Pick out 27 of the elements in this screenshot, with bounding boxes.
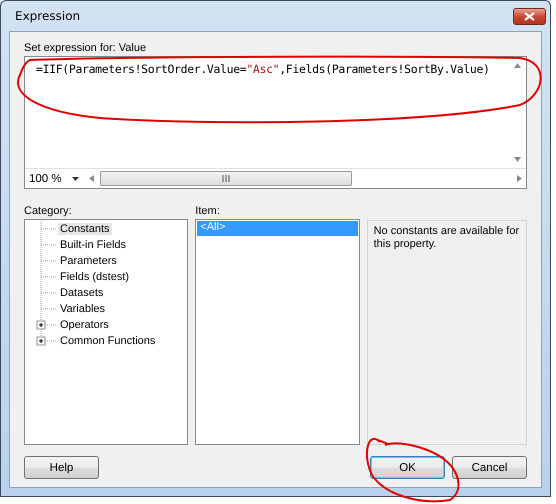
category-item[interactable]: Common Functions (58, 335, 158, 347)
category-label: Category: (24, 205, 73, 217)
category-item[interactable]: Built-in Fields (58, 239, 128, 251)
item-label: Item: (195, 205, 221, 217)
description-text: No constants are available for this property. (366, 220, 527, 445)
ok-button[interactable]: OK (370, 456, 445, 479)
scroll-down-icon[interactable] (514, 157, 521, 162)
scroll-up-icon[interactable] (514, 63, 521, 68)
category-item[interactable]: Operators (58, 319, 111, 331)
close-icon (524, 12, 535, 20)
cancel-button[interactable]: Cancel (452, 456, 527, 479)
category-item[interactable]: Datasets (58, 287, 106, 299)
category-item[interactable]: Constants (58, 223, 112, 235)
expression-editor[interactable]: =IIF(Parameters!SortOrder.Value="Asc",Fields(Parameters!SortBy.Value) 100 % (24, 56, 527, 189)
category-item[interactable]: Parameters (58, 255, 119, 267)
window-title: Expression (14, 9, 80, 23)
close-button[interactable] (513, 8, 546, 24)
dropdown-caret-icon[interactable] (72, 176, 79, 180)
category-item[interactable]: Fields (dstest) (58, 271, 132, 283)
zoom-dropdown[interactable]: 100 % (25, 172, 85, 184)
scroll-right-icon[interactable] (517, 175, 522, 182)
help-button[interactable]: Help (24, 456, 99, 479)
expression-code: =IIF(Parameters!SortOrder.Value="Asc",Fields(Parameters!SortBy.Value) (36, 62, 491, 76)
scrollbar-thumb[interactable] (100, 171, 352, 186)
category-item[interactable]: Variables (58, 303, 108, 315)
expression-label: Set expression for: Value (24, 42, 148, 54)
scroll-left-icon[interactable] (89, 175, 94, 182)
